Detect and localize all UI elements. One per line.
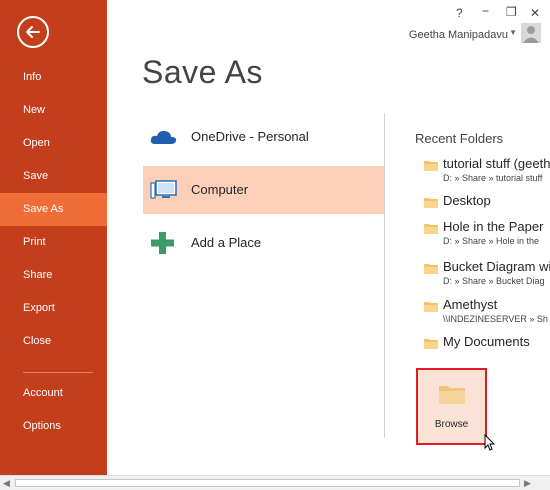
folder-icon xyxy=(424,336,438,354)
recent-folders-heading: Recent Folders xyxy=(415,131,504,146)
location-computer[interactable]: Computer xyxy=(143,166,384,214)
sidebar-item-save-as[interactable]: Save As xyxy=(0,193,107,226)
folder-path: \\INDEZINESERVER » Sh xyxy=(443,314,548,324)
recent-folder-item[interactable]: My Documents xyxy=(424,334,550,354)
plus-icon xyxy=(149,231,179,255)
folder-name: Hole in the Paper xyxy=(443,219,544,234)
back-arrow-icon[interactable] xyxy=(17,16,49,48)
browse-label: Browse xyxy=(434,419,469,430)
avatar[interactable] xyxy=(521,23,541,43)
chevron-down-icon[interactable]: ▼ xyxy=(509,28,517,37)
folder-path: D: » Share » Bucket Diag xyxy=(443,276,545,286)
location-onedrive[interactable]: OneDrive - Personal xyxy=(143,113,384,161)
sidebar-item-export[interactable]: Export xyxy=(0,292,107,325)
folder-name: Amethyst xyxy=(443,297,498,312)
folder-path: D: » Share » tutorial stuff xyxy=(443,173,543,183)
user-name[interactable]: Geetha Manipadavu xyxy=(409,29,508,41)
folder-path: D: » Share » Hole in the xyxy=(443,236,540,246)
folder-icon xyxy=(424,221,438,239)
backstage-sidebar: Info New Open Save Save As Print Share E… xyxy=(0,0,107,475)
folder-icon xyxy=(424,299,438,317)
scrollbar-corner xyxy=(536,476,550,490)
sidebar-item-save[interactable]: Save xyxy=(0,160,107,193)
sidebar-item-options[interactable]: Options xyxy=(0,410,107,443)
sidebar-item-close[interactable]: Close xyxy=(0,325,107,358)
minimize-icon[interactable]: − xyxy=(482,4,489,18)
recent-folder-item[interactable]: Hole in the Paper D: » Share » Hole in t… xyxy=(424,219,550,249)
folder-icon xyxy=(424,158,438,176)
browse-button[interactable]: Browse xyxy=(416,368,487,445)
sidebar-item-share[interactable]: Share xyxy=(0,259,107,292)
recent-folder-item[interactable]: tutorial stuff (geeth D: » Share » tutor… xyxy=(424,156,550,186)
horizontal-scrollbar[interactable]: ◀ ▶ xyxy=(0,475,550,490)
location-add-place[interactable]: Add a Place xyxy=(143,219,384,267)
cloud-icon xyxy=(149,125,179,149)
restore-icon[interactable]: ❐ xyxy=(506,5,517,19)
scroll-right-icon[interactable]: ▶ xyxy=(524,478,531,489)
sidebar-item-open[interactable]: Open xyxy=(0,127,107,160)
page-title: Save As xyxy=(142,54,263,90)
scroll-left-icon[interactable]: ◀ xyxy=(3,478,10,489)
folder-icon xyxy=(424,195,438,213)
location-label: Add a Place xyxy=(191,235,262,250)
help-icon[interactable]: ? xyxy=(456,6,463,20)
folder-name: tutorial stuff (geeth xyxy=(443,156,550,171)
recent-folder-item[interactable]: Bucket Diagram wi D: » Share » Bucket Di… xyxy=(424,259,550,289)
computer-icon xyxy=(149,178,179,202)
folder-name: My Documents xyxy=(443,334,530,349)
folder-name: Desktop xyxy=(443,193,491,208)
close-icon[interactable]: ✕ xyxy=(530,6,540,20)
folder-icon xyxy=(439,384,465,409)
folder-name: Bucket Diagram wi xyxy=(443,259,550,274)
location-label: Computer xyxy=(191,182,249,197)
scrollbar-thumb[interactable] xyxy=(15,479,520,487)
sidebar-item-account[interactable]: Account xyxy=(0,377,107,410)
sidebar-item-info[interactable]: Info xyxy=(0,61,107,94)
recent-folder-item[interactable]: Desktop xyxy=(424,193,550,213)
sidebar-divider xyxy=(23,372,93,373)
folder-icon xyxy=(424,261,438,279)
column-divider xyxy=(384,113,385,438)
location-label: OneDrive - Personal xyxy=(191,129,309,144)
mouse-cursor-icon xyxy=(484,433,496,457)
sidebar-item-new[interactable]: New xyxy=(0,94,107,127)
sidebar-item-print[interactable]: Print xyxy=(0,226,107,259)
recent-folder-item[interactable]: Amethyst \\INDEZINESERVER » Sh xyxy=(424,297,550,327)
